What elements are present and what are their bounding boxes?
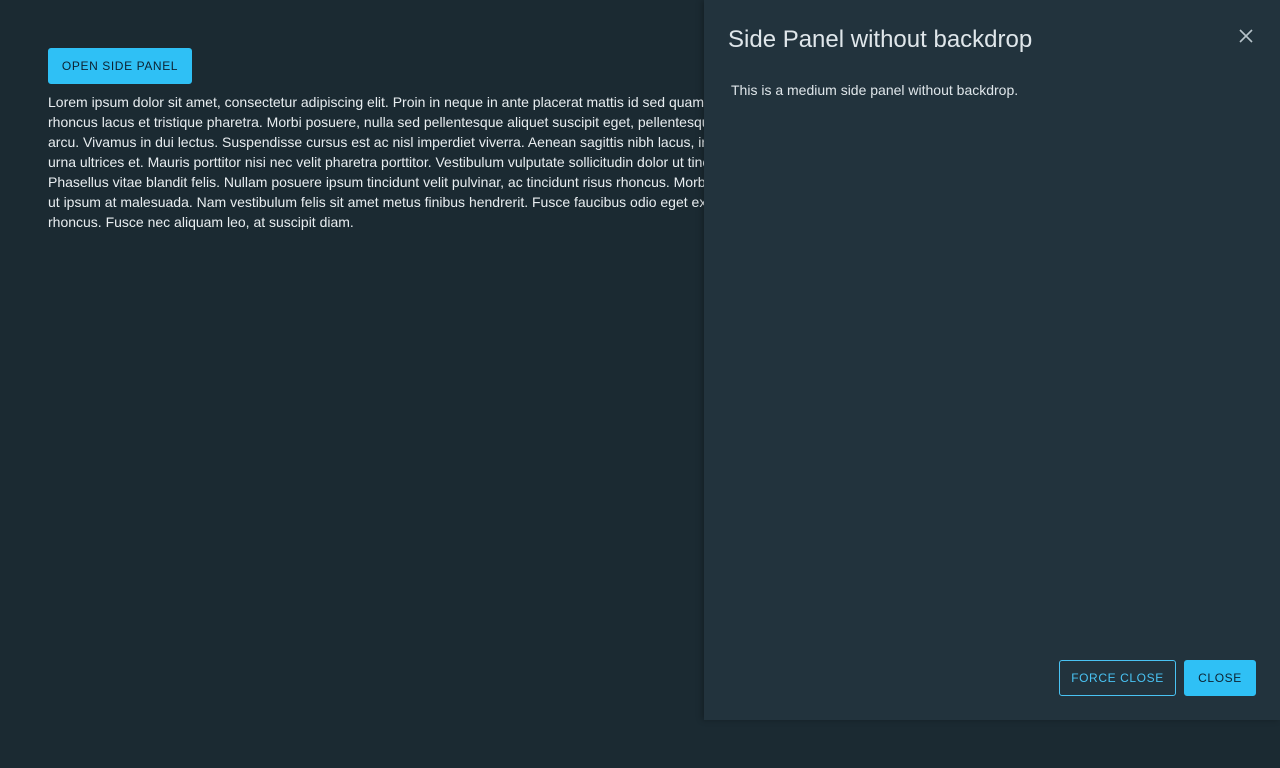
close-button[interactable]: CLOSE <box>1184 660 1256 696</box>
close-icon[interactable] <box>1236 26 1256 46</box>
open-side-panel-button[interactable]: OPEN SIDE PANEL <box>48 48 192 84</box>
main-content: OPEN SIDE PANEL Lorem ipsum dolor sit am… <box>48 48 728 232</box>
page: OPEN SIDE PANEL Lorem ipsum dolor sit am… <box>0 0 1280 768</box>
lorem-text-container: Lorem ipsum dolor sit amet, consectetur … <box>48 84 704 232</box>
side-panel-body-text: This is a medium side panel without back… <box>731 82 1019 98</box>
lorem-paragraph: Lorem ipsum dolor sit amet, consectetur … <box>48 94 704 230</box>
side-panel-footer: FORCE CLOSE CLOSE <box>1059 660 1256 696</box>
side-panel: Side Panel without backdrop This is a me… <box>704 0 1280 720</box>
side-panel-title: Side Panel without backdrop <box>728 26 1033 53</box>
force-close-button[interactable]: FORCE CLOSE <box>1059 660 1176 696</box>
